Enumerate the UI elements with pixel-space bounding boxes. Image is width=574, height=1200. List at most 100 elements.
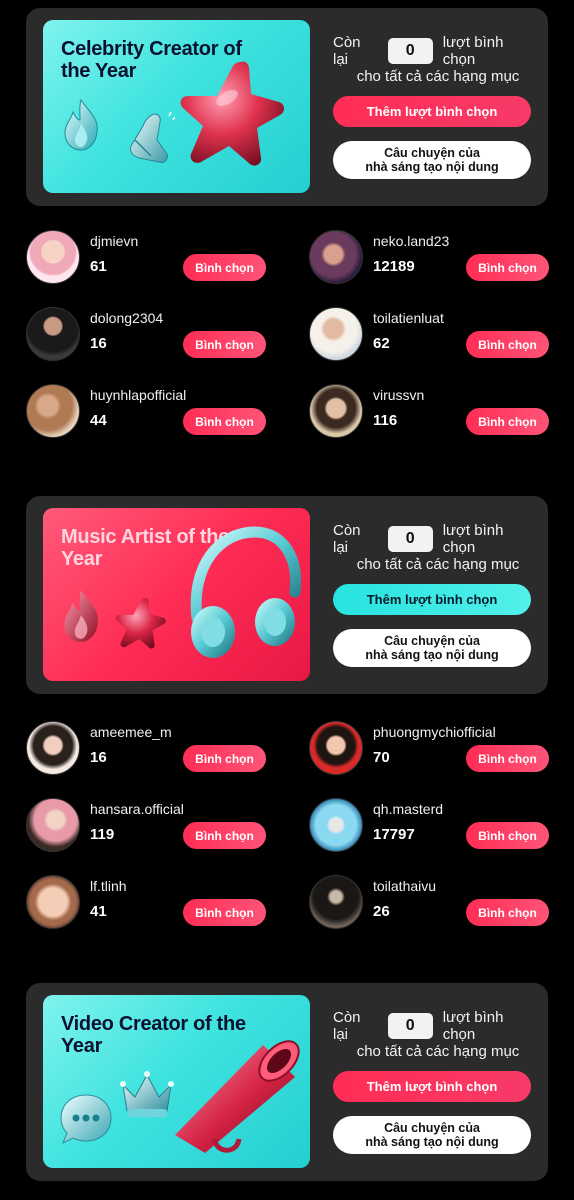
avatar[interactable] (26, 721, 80, 775)
nominee-votes: 62 (373, 335, 390, 352)
vote-button[interactable]: Bình chọn (183, 254, 266, 281)
nominee-name[interactable]: hansara.official (90, 801, 184, 817)
add-votes-button[interactable]: Thêm lượt bình chọn (333, 96, 531, 127)
story-label-line1: Câu chuyện của (384, 634, 480, 648)
category-banner: Video Creator of the Year (43, 995, 310, 1168)
avatar[interactable] (26, 875, 80, 929)
nominee-card: ameemee_m 16 Bình chọn (26, 721, 271, 777)
votes-sub: cho tất cả các hạng mục (356, 1043, 520, 1060)
vote-button[interactable]: Bình chọn (466, 822, 549, 849)
star-icon (115, 598, 166, 649)
nominee-name[interactable]: neko.land23 (373, 233, 449, 249)
avatar[interactable] (26, 384, 80, 438)
nominee-votes: 12189 (373, 258, 415, 275)
nominee-name[interactable]: huynhlapofficial (90, 387, 186, 403)
category-banner: Celebrity Creator of the Year (43, 20, 310, 193)
add-votes-button[interactable]: Thêm lượt bình chọn (333, 584, 531, 615)
vote-button[interactable]: Bình chọn (183, 745, 266, 772)
nominee-name[interactable]: ameemee_m (90, 724, 172, 740)
nominee-name[interactable]: dolong2304 (90, 310, 163, 326)
vote-button[interactable]: Bình chọn (183, 408, 266, 435)
votes-prefix: Còn lại (333, 34, 361, 68)
add-votes-button[interactable]: Thêm lượt bình chọn (333, 1071, 531, 1102)
star-icon (180, 61, 285, 166)
avatar[interactable] (309, 875, 363, 929)
category-banner: Music Artist of the Year (43, 508, 310, 681)
story-label-line1: Câu chuyện của (384, 146, 480, 160)
nominee-votes: 26 (373, 903, 390, 920)
nominee-card: huynhlapofficial 44 Bình chọn (26, 384, 271, 440)
votes-count: 0 (387, 38, 433, 64)
nominee-name[interactable]: toilathaivu (373, 878, 436, 894)
vote-button[interactable]: Bình chọn (183, 899, 266, 926)
category-card-celebrity: Celebrity Creator of the Year Còn lại 0 … (26, 8, 548, 206)
nominee-card: toilatienluat 62 Bình chọn (309, 307, 554, 363)
nominee-card: qh.masterd 17797 Bình chọn (309, 798, 554, 854)
nominee-card: lf.tlinh 41 Bình chọn (26, 875, 271, 931)
nominee-votes: 61 (90, 258, 107, 275)
avatar[interactable] (309, 384, 363, 438)
story-label-line1: Câu chuyện của (384, 1121, 480, 1135)
creator-story-button[interactable]: Câu chuyện của nhà sáng tạo nội dung (333, 629, 531, 667)
vote-button[interactable]: Bình chọn (183, 331, 266, 358)
remaining-votes: Còn lại 0 lượt bình chọn (333, 1009, 538, 1043)
story-label-line2: nhà sáng tạo nội dung (365, 1135, 499, 1149)
remaining-votes: Còn lại 0 lượt bình chọn (333, 522, 538, 556)
votes-prefix: Còn lại (333, 522, 361, 556)
megaphone-icon (175, 1040, 300, 1153)
votes-suffix: lượt bình chọn (442, 1009, 504, 1043)
avatar[interactable] (26, 230, 80, 284)
nominee-name[interactable]: lf.tlinh (90, 878, 127, 894)
nominee-name[interactable]: virussvn (373, 387, 424, 403)
remaining-votes: Còn lại 0 lượt bình chọn (333, 34, 538, 68)
avatar[interactable] (309, 721, 363, 775)
votes-sub: cho tất cả các hạng mục (356, 556, 520, 573)
nominee-votes: 44 (90, 412, 107, 429)
nominee-card: djmievn 61 Bình chọn (26, 230, 271, 286)
story-label-line2: nhà sáng tạo nội dung (365, 648, 499, 662)
nominee-name[interactable]: qh.masterd (373, 801, 443, 817)
chat-bubble-icon (60, 1094, 112, 1145)
avatar[interactable] (309, 230, 363, 284)
vote-button[interactable]: Bình chọn (466, 408, 549, 435)
votes-count: 0 (387, 526, 433, 552)
nominee-votes: 116 (373, 412, 398, 429)
vote-button[interactable]: Bình chọn (466, 899, 549, 926)
vote-button[interactable]: Bình chọn (466, 745, 549, 772)
category-card-music: Music Artist of the Year Còn lại 0 lượt … (26, 496, 548, 694)
creator-story-button[interactable]: Câu chuyện của nhà sáng tạo nội dung (333, 1116, 531, 1154)
category-card-video: Video Creator of the Year Còn lại 0 lượt… (26, 983, 548, 1181)
nominee-name[interactable]: djmievn (90, 233, 138, 249)
avatar[interactable] (26, 307, 80, 361)
nominee-votes: 41 (90, 903, 107, 920)
nominee-name[interactable]: phuongmychiofficial (373, 724, 496, 740)
nominee-votes: 70 (373, 749, 390, 766)
vote-button[interactable]: Bình chọn (466, 331, 549, 358)
nominee-card: dolong2304 16 Bình chọn (26, 307, 271, 363)
nominee-card: hansara.official 119 Bình chọn (26, 798, 271, 854)
flame-icon (64, 590, 98, 642)
nominee-card: toilathaivu 26 Bình chọn (309, 875, 554, 931)
votes-count: 0 (387, 1013, 433, 1039)
nominee-votes: 16 (90, 749, 107, 766)
votes-sub: cho tất cả các hạng mục (356, 68, 520, 85)
nominee-name[interactable]: toilatienluat (373, 310, 444, 326)
nominee-card: virussvn 116 Bình chọn (309, 384, 554, 440)
headphones-icon (190, 526, 301, 658)
votes-suffix: lượt bình chọn (442, 34, 504, 68)
flame-icon (64, 98, 98, 151)
votes-suffix: lượt bình chọn (442, 522, 504, 556)
nominee-votes: 119 (90, 826, 115, 843)
nominee-card: phuongmychiofficial 70 Bình chọn (309, 721, 554, 777)
votes-prefix: Còn lại (333, 1009, 361, 1043)
avatar[interactable] (309, 798, 363, 852)
avatar[interactable] (309, 307, 363, 361)
creator-story-button[interactable]: Câu chuyện của nhà sáng tạo nội dung (333, 141, 531, 179)
vote-button[interactable]: Bình chọn (466, 254, 549, 281)
prayer-hands-icon (130, 111, 175, 163)
nominee-votes: 17797 (373, 826, 415, 843)
nominee-card: neko.land23 12189 Bình chọn (309, 230, 554, 286)
avatar[interactable] (26, 798, 80, 852)
vote-button[interactable]: Bình chọn (183, 822, 266, 849)
nominee-votes: 16 (90, 335, 107, 352)
